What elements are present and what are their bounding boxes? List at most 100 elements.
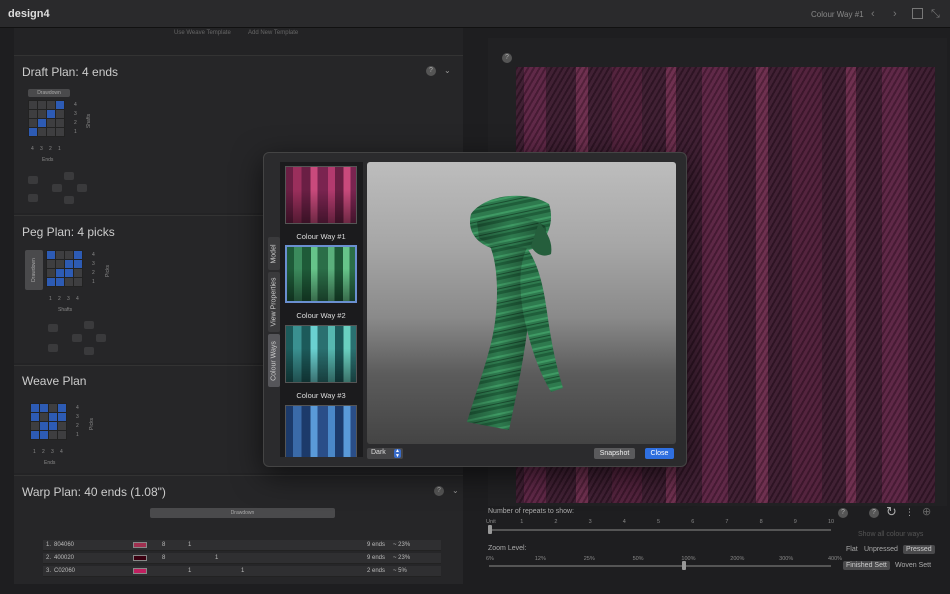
repeats-slider-knob[interactable] bbox=[488, 525, 492, 534]
picks-axis-label: Picks bbox=[104, 265, 111, 277]
scarf-model bbox=[467, 195, 563, 430]
settings-icon[interactable]: ⋮ bbox=[905, 505, 914, 519]
move-right-button[interactable] bbox=[77, 184, 87, 192]
tick-label: 4 bbox=[622, 519, 626, 525]
chevron-right-icon[interactable]: › bbox=[893, 7, 897, 21]
use-weave-template-button[interactable]: Use Weave Template bbox=[174, 30, 231, 36]
tick-label: 7 bbox=[725, 519, 729, 525]
colour-way-thumbnail[interactable] bbox=[285, 325, 357, 383]
tick-label: 300% bbox=[779, 556, 794, 562]
tab-colour-ways[interactable]: Colour Ways bbox=[268, 334, 280, 387]
tick-label: 12% bbox=[534, 556, 546, 562]
snapshot-button[interactable]: Snapshot bbox=[594, 448, 635, 459]
colour-way-label: Colour Way #2 bbox=[296, 311, 346, 320]
zoom-label: Zoom Level: bbox=[488, 545, 527, 552]
repeats-label: Number of repeats to show: bbox=[488, 508, 574, 515]
help-icon[interactable]: ? bbox=[502, 53, 512, 63]
tick-label: 25% bbox=[583, 556, 595, 562]
move-down-button[interactable] bbox=[64, 196, 74, 204]
view-mode-pressed[interactable]: Pressed bbox=[903, 545, 935, 554]
scarf-shape bbox=[467, 195, 563, 430]
colour-way-thumbnail[interactable] bbox=[285, 166, 357, 224]
title-bar: design4 Colour Way #1 ‹ › ⤡ bbox=[0, 0, 950, 28]
color-swatch[interactable] bbox=[133, 568, 147, 574]
sett-finished[interactable]: Finished Sett bbox=[843, 561, 890, 570]
tick-label: 8 bbox=[759, 519, 763, 525]
repeats-slider[interactable] bbox=[489, 529, 831, 531]
dialog-tabs: Model View Properties Colour Ways bbox=[268, 237, 280, 387]
warp-drawdown-bar[interactable]: Drawdown bbox=[150, 508, 335, 518]
shift-up-button[interactable] bbox=[48, 324, 58, 332]
table-row[interactable]: 3. C02060 1 1 2 ends ~ 5% bbox=[43, 566, 441, 577]
zoom-slider-knob[interactable] bbox=[682, 561, 686, 570]
colour-way-thumbnail[interactable] bbox=[285, 245, 357, 303]
tick-label: 2 bbox=[554, 519, 558, 525]
shift-up-button[interactable] bbox=[28, 176, 38, 184]
zoom-slider[interactable] bbox=[489, 565, 831, 567]
tick-label: 9 bbox=[793, 519, 797, 525]
refresh-icon[interactable]: ↻ bbox=[886, 505, 897, 519]
draft-drawdown-button[interactable]: Drawdown bbox=[28, 89, 70, 97]
view-mode-unpressed[interactable]: Unpressed bbox=[861, 545, 901, 554]
move-left-button[interactable] bbox=[52, 184, 62, 192]
table-row[interactable]: 1. 804060 8 1 9 ends ~ 23% bbox=[43, 540, 441, 551]
colour-way-label: Colour Way #1 bbox=[296, 232, 346, 241]
shift-down-button[interactable] bbox=[48, 344, 58, 352]
tab-view-properties[interactable]: View Properties bbox=[268, 272, 280, 332]
chevron-updown-icon: ▲ ▼ bbox=[394, 448, 401, 459]
shafts-axis-label: Shafts bbox=[58, 307, 73, 313]
scarf-3d-preview[interactable] bbox=[367, 162, 676, 444]
move-left-button[interactable] bbox=[72, 334, 82, 342]
move-right-button[interactable] bbox=[96, 334, 106, 342]
peg-grid[interactable] bbox=[46, 250, 83, 287]
tick-label: 1 bbox=[520, 519, 524, 525]
help-icon[interactable]: ? bbox=[426, 66, 436, 76]
help-icon[interactable]: ? bbox=[869, 508, 879, 518]
colour-way-list: Colour Way #1 Colour Way #2 Colour Way #… bbox=[280, 162, 363, 457]
zoom-icon[interactable]: ⊕ bbox=[922, 505, 931, 519]
tick-label: 6% bbox=[486, 556, 494, 562]
add-new-template-button[interactable]: Add New Template bbox=[248, 30, 298, 36]
move-up-button[interactable] bbox=[64, 172, 74, 180]
draft-grid[interactable] bbox=[28, 100, 65, 137]
warp-plan-title: Warp Plan: 40 ends (1.08") bbox=[22, 485, 166, 499]
tick-label: 3 bbox=[588, 519, 592, 525]
ends-axis-label: Ends bbox=[42, 157, 54, 163]
colour-way-thumbnail[interactable] bbox=[285, 405, 357, 457]
ends-axis-label: Ends bbox=[44, 460, 56, 466]
app-title: design4 bbox=[8, 8, 50, 20]
expand-icon[interactable]: ⤡ bbox=[931, 7, 940, 21]
color-swatch[interactable] bbox=[133, 542, 147, 548]
color-swatch[interactable] bbox=[133, 555, 147, 561]
shift-down-button[interactable] bbox=[28, 194, 38, 202]
colour-way-label: Colour Way #3 bbox=[296, 391, 346, 400]
tick-label: 10 bbox=[828, 519, 835, 525]
peg-plan-title: Peg Plan: 4 picks bbox=[22, 225, 115, 239]
table-row[interactable]: 2. 400020 8 1 9 ends ~ 23% bbox=[43, 553, 441, 564]
peg-drawdown-button[interactable]: Drawdown bbox=[25, 250, 43, 290]
tick-label: 50% bbox=[632, 556, 644, 562]
background-dropdown[interactable]: Dark ▲ ▼ bbox=[367, 448, 403, 459]
close-button[interactable]: Close bbox=[645, 448, 674, 459]
sett-woven[interactable]: Woven Sett bbox=[892, 561, 934, 570]
sidebar-toggle-icon[interactable] bbox=[912, 8, 923, 19]
chevron-down-icon[interactable]: ⌄ bbox=[444, 66, 451, 75]
weave-plan-title: Weave Plan bbox=[22, 374, 87, 388]
weave-grid bbox=[30, 403, 67, 440]
show-all-colour-ways-button[interactable]: Show all colour ways bbox=[858, 531, 923, 538]
draft-plan-title: Draft Plan: 4 ends bbox=[22, 65, 119, 79]
tick-label: 400% bbox=[828, 556, 843, 562]
shafts-axis-label: Shafts bbox=[86, 113, 93, 129]
move-up-button[interactable] bbox=[84, 321, 94, 329]
chevron-down-icon[interactable]: ⌄ bbox=[452, 486, 459, 495]
chevron-left-icon[interactable]: ‹ bbox=[871, 7, 875, 21]
tick-label: 200% bbox=[730, 556, 745, 562]
picks-axis-label: Picks bbox=[88, 418, 95, 430]
tab-model[interactable]: Model bbox=[268, 237, 280, 270]
move-down-button[interactable] bbox=[84, 347, 94, 355]
view-mode-flat[interactable]: Flat bbox=[843, 545, 861, 554]
tick-label: 6 bbox=[691, 519, 695, 525]
help-icon[interactable]: ? bbox=[838, 508, 848, 518]
window-title: Colour Way #1 bbox=[811, 10, 864, 19]
help-icon[interactable]: ? bbox=[434, 486, 444, 496]
